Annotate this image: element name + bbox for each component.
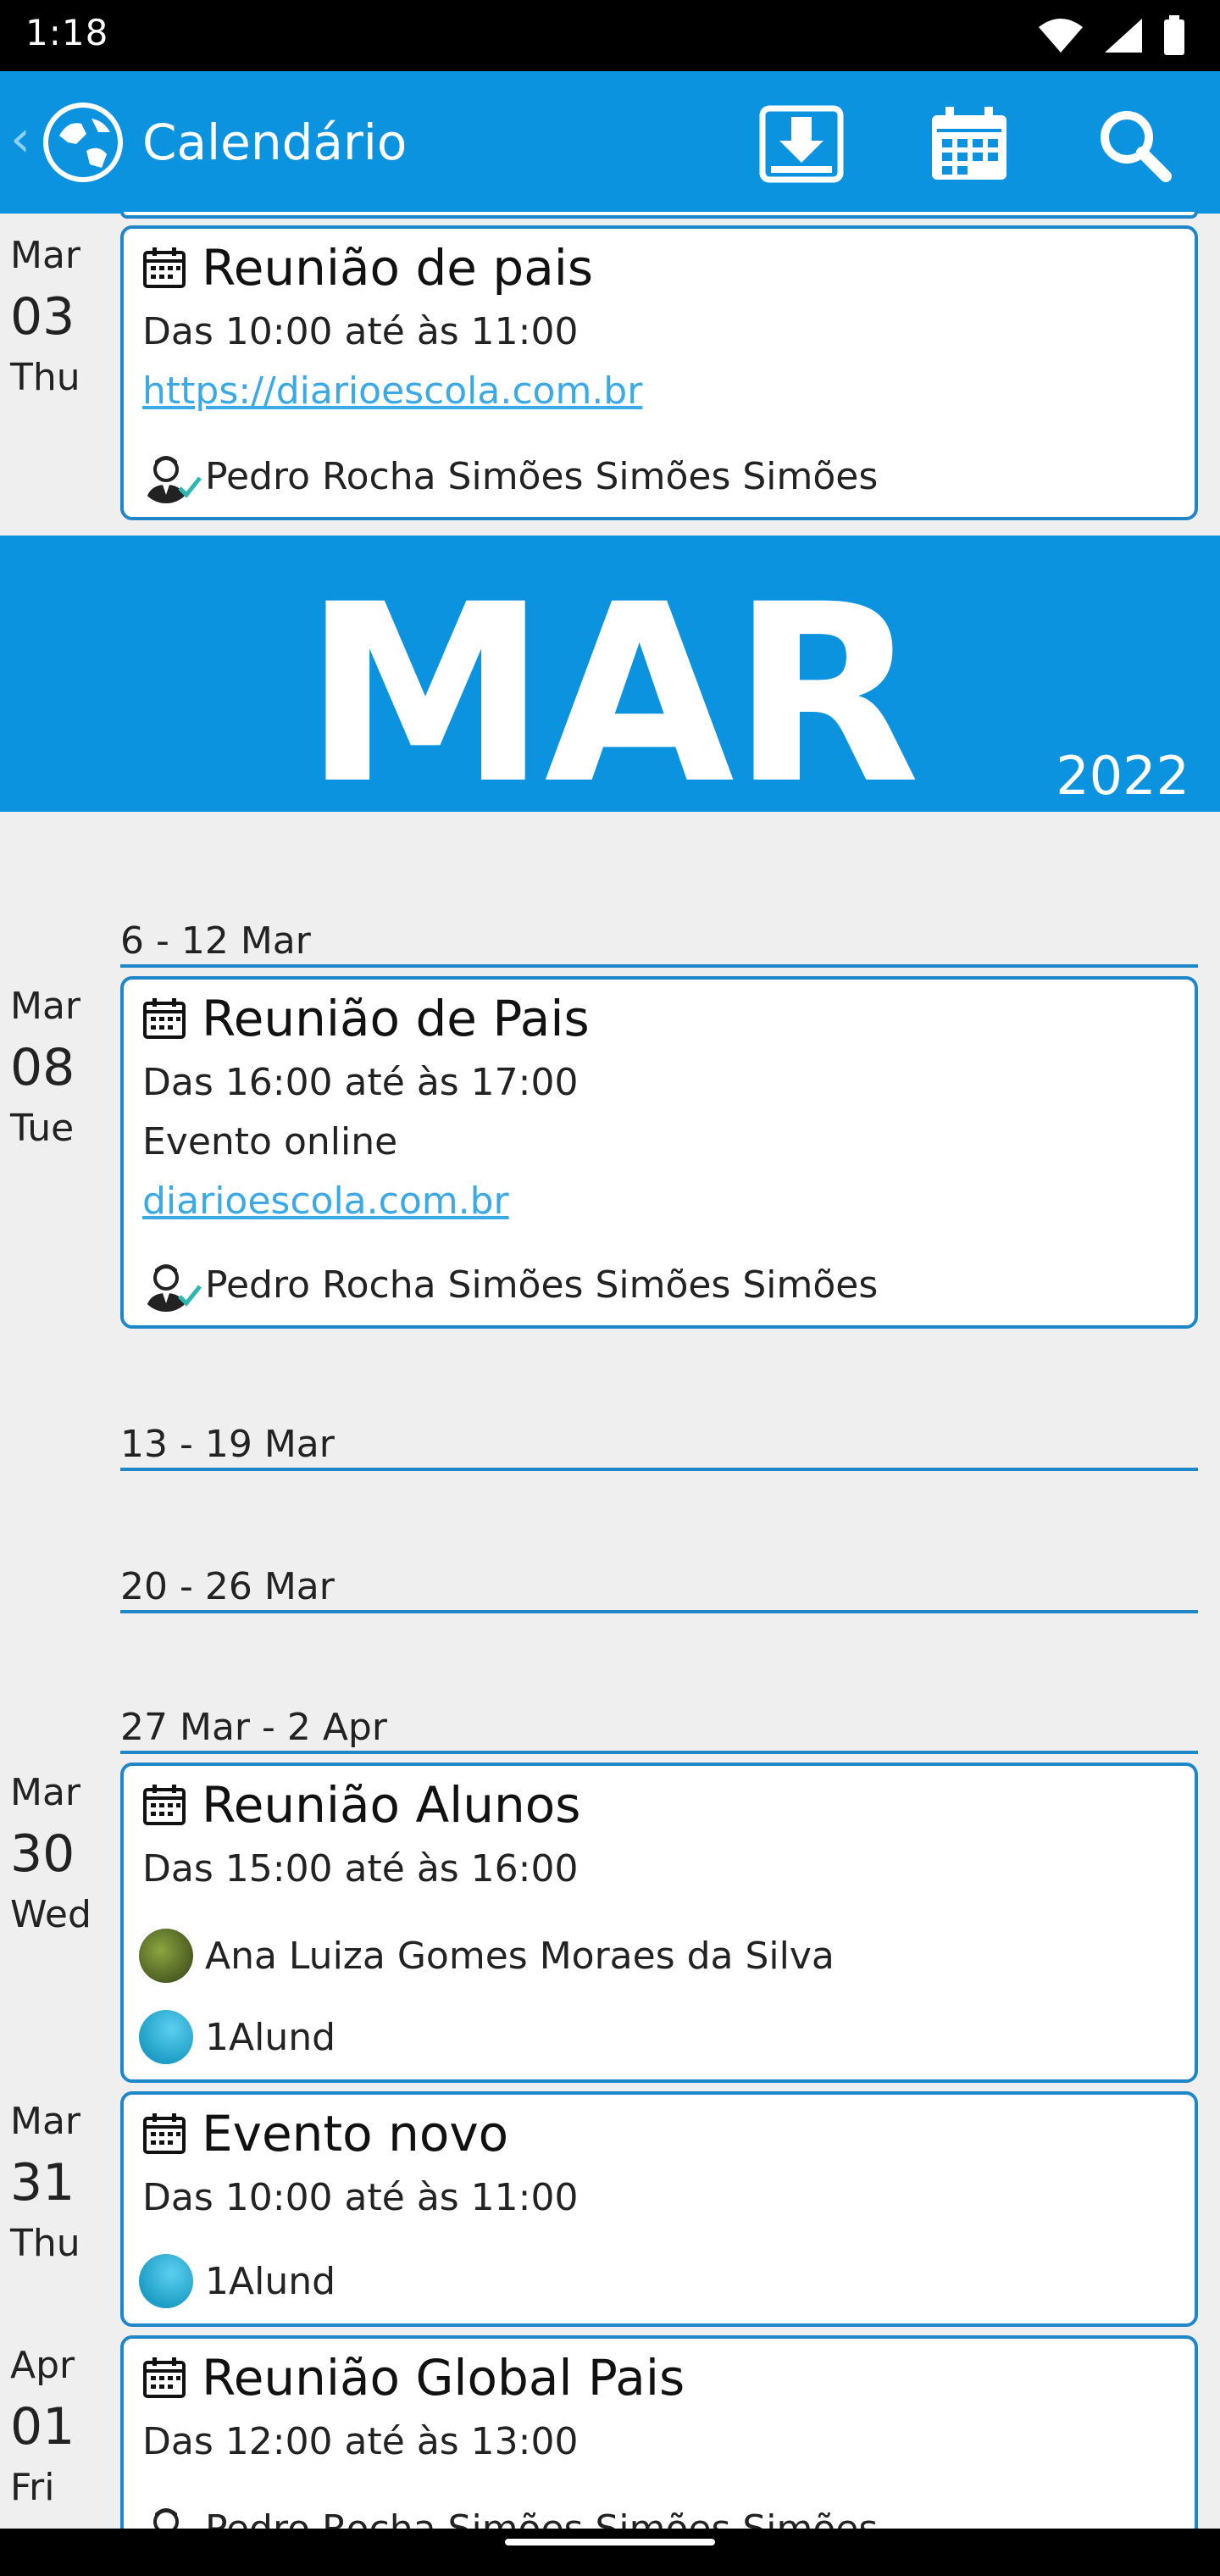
event-card[interactable]: Reunião Global Pais Das 12:00 até às 13:… [120, 2335, 1198, 2556]
home-indicator[interactable] [505, 2539, 715, 2545]
page-title: Calendário [142, 114, 408, 171]
wifi-icon [1039, 19, 1083, 53]
event-link[interactable]: https://diarioescola.com.br [142, 369, 642, 413]
event-time: Das 12:00 até às 13:00 [142, 2420, 579, 2463]
participant: Pedro Rocha Simões Simões Simões [139, 1256, 878, 1313]
participant-name: 1Alund [205, 2259, 336, 2303]
event-weekday: Tue [10, 1107, 75, 1150]
event-title-text: Reunião Global Pais [202, 2349, 685, 2407]
event-month: Mar [10, 234, 81, 277]
event-time: Das 10:00 até às 11:00 [142, 310, 579, 353]
system-nav-bar [0, 2529, 1220, 2576]
battery-icon [1164, 15, 1184, 55]
event-date: Mar 08 Tue [10, 976, 80, 1159]
event-title-text: Reunião Alunos [202, 1776, 581, 1834]
event-card[interactable]: Reunião de pais Das 10:00 até às 11:00 h… [120, 225, 1198, 520]
event-title: Reunião de pais [142, 239, 593, 297]
signal-icon [1105, 19, 1142, 53]
event-date: Mar 30 Wed [10, 1763, 92, 1946]
event-title-text: Reunião de Pais [202, 990, 590, 1047]
week-label: 6 - 12 Mar [120, 919, 311, 963]
week-header: 27 Mar - 2 Apr [120, 1703, 1198, 1754]
event-card[interactable]: Reunião Alunos Das 15:00 até às 16:00 An… [120, 1763, 1198, 2083]
avatar [139, 2254, 193, 2308]
download-icon [759, 105, 844, 183]
week-header: 13 - 19 Mar [120, 1420, 1198, 1471]
week-header: 20 - 26 Mar [120, 1563, 1198, 1613]
event-weekday: Fri [10, 2466, 55, 2509]
event-title-text: Evento novo [202, 2105, 509, 2162]
event-day: 08 [10, 1038, 75, 1097]
avatar [139, 2010, 193, 2064]
event-link[interactable]: diarioescola.com.br [142, 1180, 509, 1223]
event-month: Mar [10, 2100, 81, 2143]
event-weekday: Thu [10, 356, 80, 399]
download-button[interactable] [759, 105, 844, 183]
event-time: Das 16:00 até às 17:00 [142, 1061, 579, 1104]
participant-name: 1Alund [205, 2015, 336, 2059]
event-day: 03 [10, 287, 75, 347]
event-date: Mar 31 Thu [10, 2091, 80, 2274]
month-banner: MAR 2022 [0, 536, 1220, 838]
previous-card-edge [120, 212, 1198, 219]
status-icons [1037, 14, 1186, 58]
check-icon [178, 476, 202, 498]
event-card[interactable]: Evento novo Das 10:00 até às 11:00 1Alun… [120, 2091, 1198, 2327]
event-date: Mar 03 Thu [10, 225, 80, 408]
event-title: Reunião de Pais [142, 990, 590, 1047]
calendar-button[interactable] [927, 105, 1012, 183]
participant: Ana Luiza Gomes Moraes da Silva [139, 1927, 835, 1985]
event-day: 30 [10, 1824, 75, 1884]
app-bar: ‹ Calendário [0, 71, 1220, 214]
check-icon [178, 1285, 202, 1307]
event-day: 01 [10, 2397, 75, 2457]
event-month: Mar [10, 1771, 81, 1814]
event-month: Apr [10, 2344, 75, 2387]
event-title-text: Reunião de pais [202, 239, 594, 297]
event-title: Reunião Global Pais [142, 2349, 685, 2407]
event-note: Evento online [142, 1120, 398, 1163]
week-label: 20 - 26 Mar [120, 1565, 335, 1608]
event-date: Apr 01 Fri [10, 2335, 75, 2518]
event-title: Evento novo [142, 2105, 508, 2162]
calendar-icon [143, 1785, 186, 1825]
participant-name: Pedro Rocha Simões Simões Simões [205, 1263, 879, 1307]
month-year: 2022 [1056, 745, 1190, 807]
search-icon [1101, 111, 1172, 182]
event-month: Mar [10, 985, 81, 1028]
event-time: Das 10:00 até às 11:00 [142, 2176, 579, 2219]
status-bar: 1:18 [0, 0, 1220, 71]
participant-name: Pedro Rocha Simões Simões Simões [205, 454, 879, 498]
week-header: 6 - 12 Mar [120, 917, 1198, 968]
event-time: Das 15:00 até às 16:00 [142, 1847, 579, 1890]
week-label: 27 Mar - 2 Apr [120, 1706, 387, 1749]
event-day: 31 [10, 2153, 75, 2212]
participant: Pedro Rocha Simões Simões Simões [139, 447, 878, 505]
event-title: Reunião Alunos [142, 1776, 581, 1834]
participant-name: Ana Luiza Gomes Moraes da Silva [205, 1934, 835, 1978]
participant: 1Alund [139, 2252, 336, 2310]
app-logo-icon [43, 103, 123, 182]
week-label: 13 - 19 Mar [120, 1423, 335, 1466]
event-card[interactable]: Reunião de Pais Das 16:00 até às 17:00 E… [120, 976, 1198, 1329]
avatar [139, 1929, 193, 1983]
calendar-icon [143, 247, 186, 288]
back-chevron-icon[interactable]: ‹ [10, 114, 30, 164]
event-weekday: Thu [10, 2222, 80, 2265]
calendar-icon [143, 2357, 186, 2398]
calendar-icon [932, 107, 1006, 180]
calendar-icon [143, 998, 186, 1039]
event-weekday: Wed [10, 1893, 92, 1936]
month-label: MAR [302, 552, 920, 838]
participant: 1Alund [139, 2008, 336, 2066]
search-button[interactable] [1093, 105, 1178, 183]
status-time: 1:18 [25, 12, 109, 53]
calendar-icon [143, 2113, 186, 2154]
